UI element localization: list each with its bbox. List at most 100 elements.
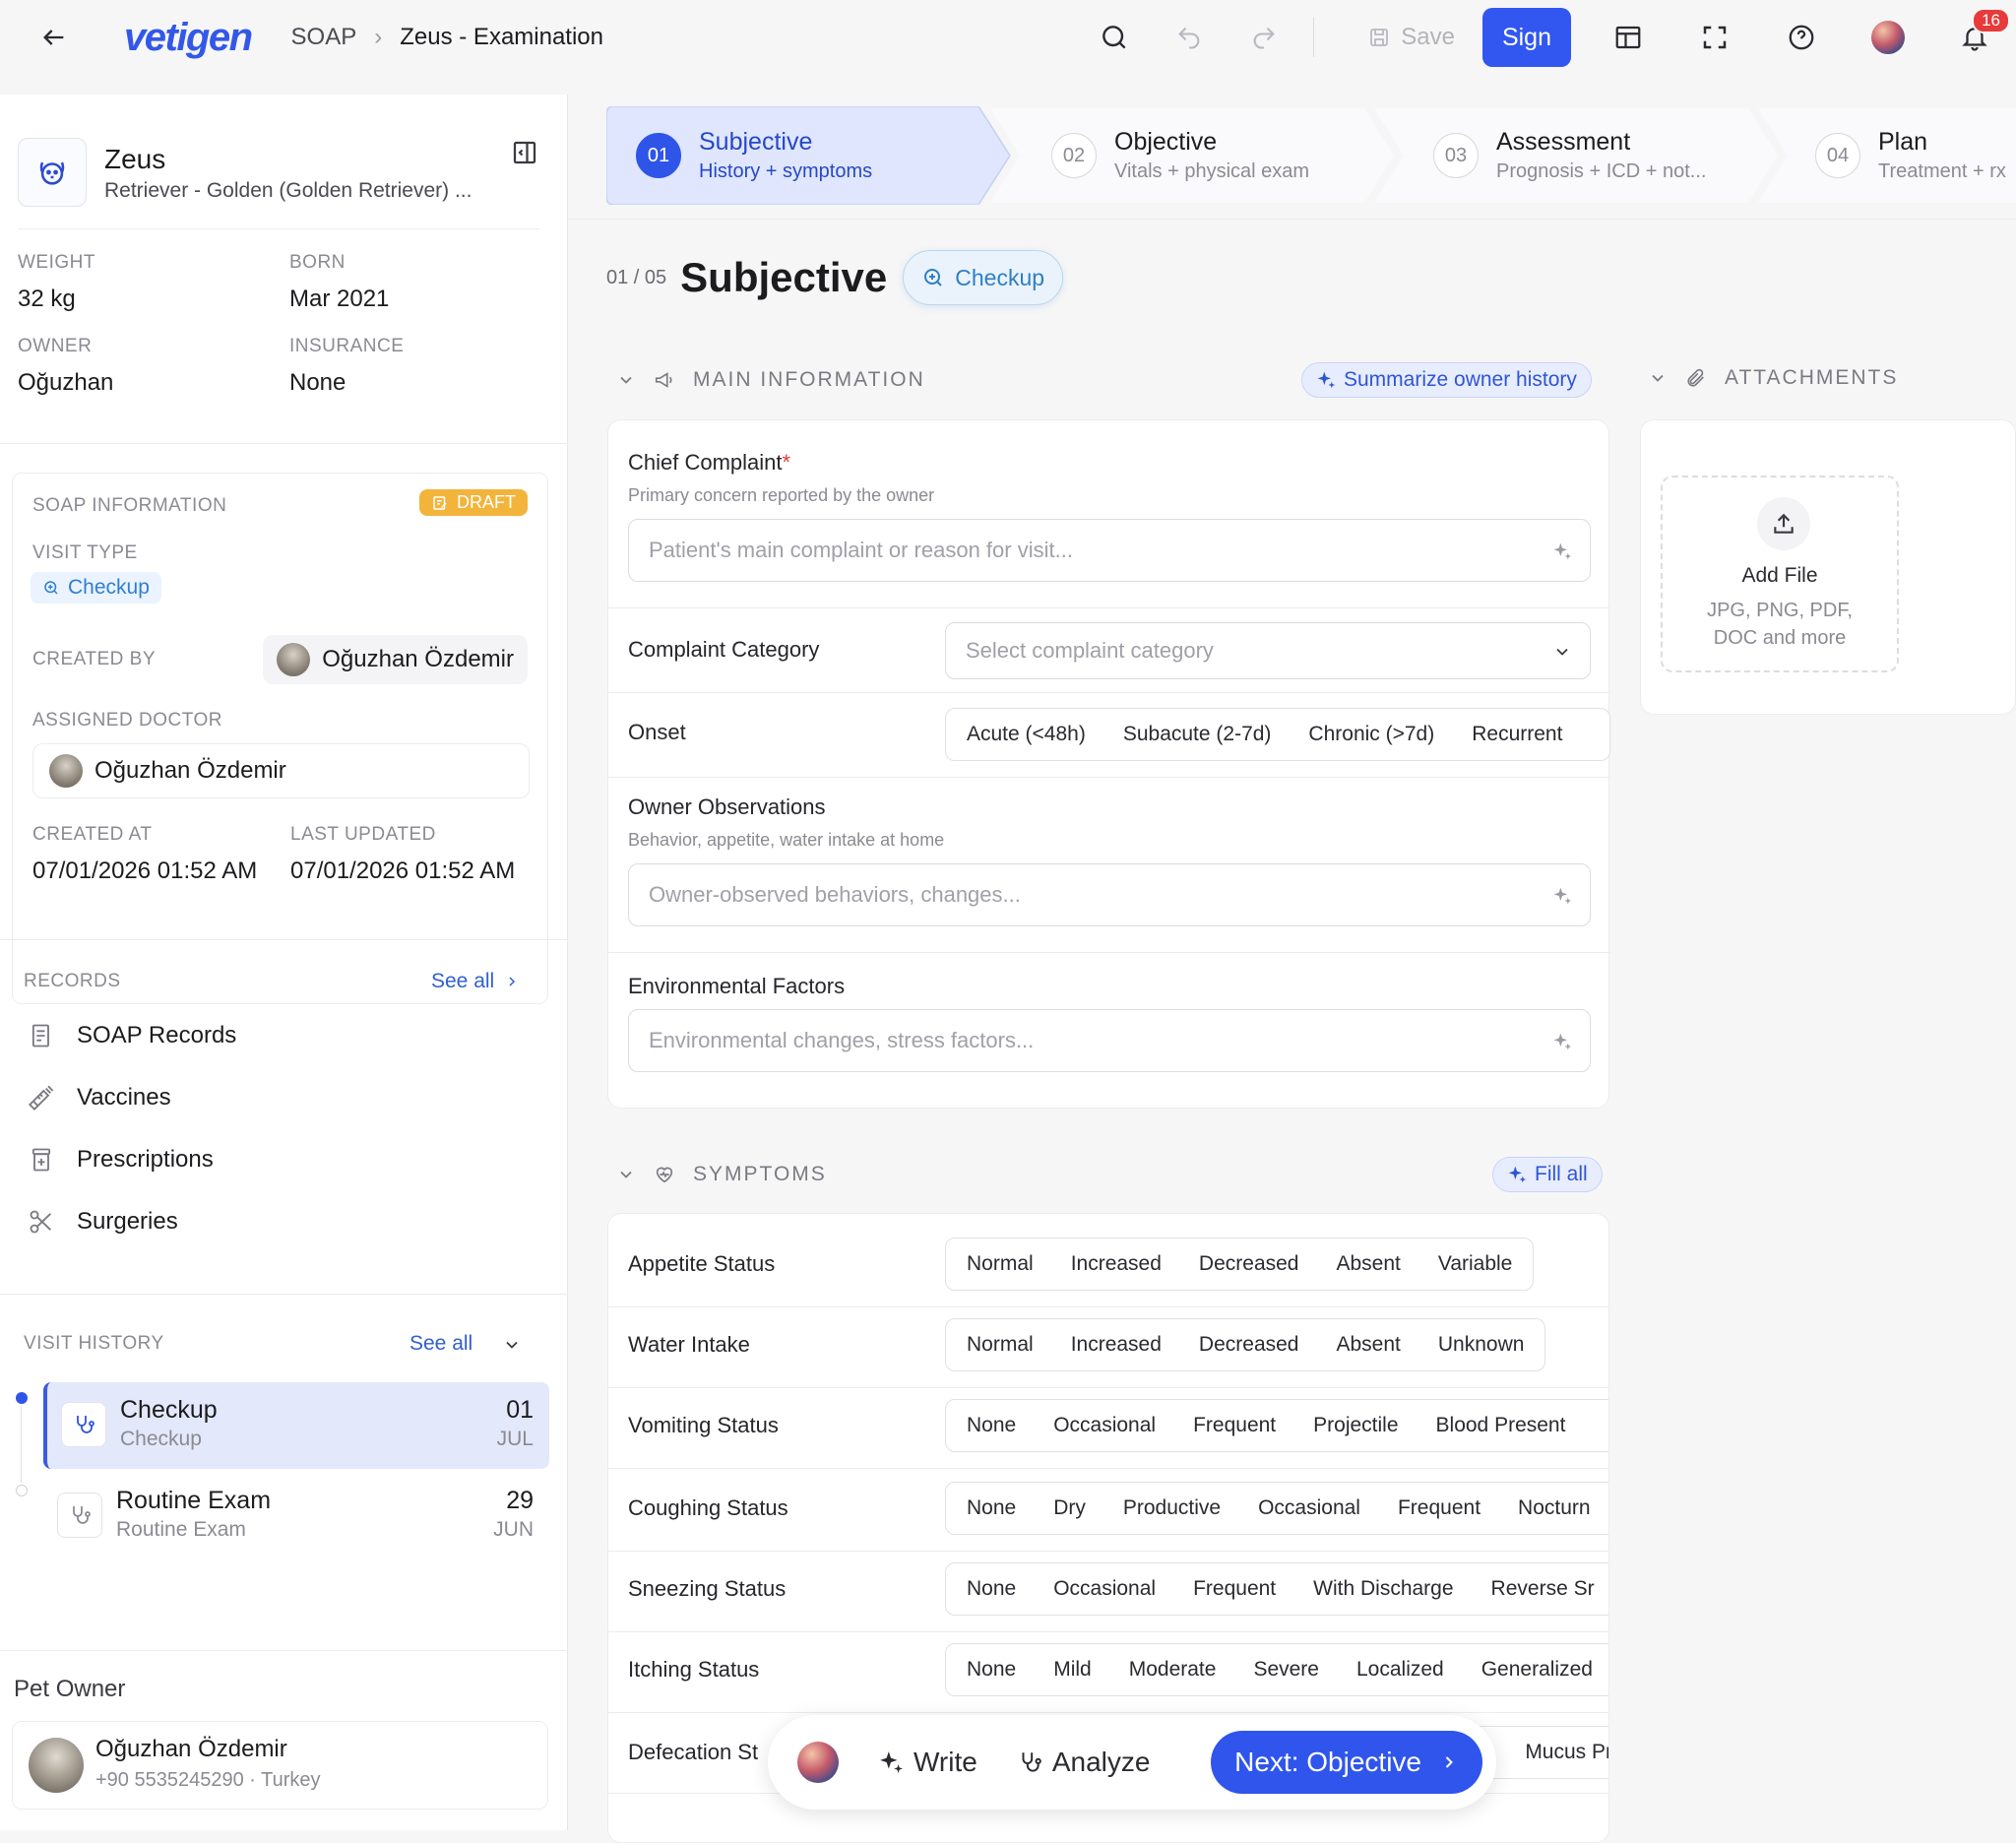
symptom-option[interactable]: None (948, 1577, 1035, 1601)
appetite-status-control[interactable]: Normal Increased Decreased Absent Variable (945, 1238, 1535, 1291)
onset-option[interactable]: Subacute (2-7d) (1104, 723, 1291, 746)
visit-day: 01 (506, 1396, 534, 1424)
vomiting-status-control[interactable]: None Occasional Frequent Projectile Blood Pr… (945, 1399, 1608, 1452)
symptom-option[interactable]: Productive (1104, 1496, 1239, 1520)
redo-button[interactable] (1242, 16, 1286, 59)
symptom-option[interactable]: Occasional (1035, 1414, 1174, 1437)
symptom-option[interactable]: Frequent (1379, 1496, 1499, 1520)
symptom-option[interactable]: Frequent (1174, 1414, 1294, 1437)
complaint-category-select[interactable]: Select complaint category (945, 622, 1591, 679)
visit-type-pill[interactable]: Checkup (903, 250, 1064, 305)
records-item-prescriptions[interactable]: Prescriptions (28, 1146, 214, 1174)
visit-day: 29 (506, 1487, 534, 1514)
pet-owner-card[interactable]: Oğuzhan Özdemir +90 5535245290 · Turkey (12, 1721, 548, 1810)
fill-all-button[interactable]: Fill all (1492, 1157, 1603, 1192)
analyze-button[interactable]: Analyze (1017, 1747, 1150, 1778)
chief-complaint-input[interactable]: Patient's main complaint or reason for v… (628, 519, 1591, 582)
records-item-soap[interactable]: SOAP Records (28, 1022, 236, 1049)
assistant-avatar[interactable] (797, 1742, 839, 1783)
water-intake-control[interactable]: Normal Increased Decreased Absent Unknown (945, 1318, 1546, 1371)
collapse-sidebar-button[interactable] (510, 138, 539, 167)
records-item-vaccines[interactable]: Vaccines (28, 1084, 171, 1112)
step-subjective[interactable]: 01 Subjective History + symptoms (636, 106, 872, 205)
symptom-option[interactable]: Variable (1419, 1252, 1532, 1276)
itching-status-control[interactable]: None Mild Moderate Severe Localized Generaliz… (945, 1643, 1608, 1696)
breadcrumb-soap[interactable]: SOAP (291, 24, 357, 51)
symptoms-header[interactable]: SYMPTOMS (616, 1163, 827, 1186)
layout-button[interactable] (1606, 16, 1650, 59)
records-see-all-link[interactable]: See all (431, 970, 520, 993)
symptom-option[interactable]: Normal (948, 1333, 1052, 1357)
notifications-button[interactable]: 16 (1953, 8, 2010, 59)
step-objective[interactable]: 02 Objective Vitals + physical exam (1051, 106, 1309, 205)
symptom-option[interactable]: Unknown (1419, 1333, 1544, 1357)
symptom-option[interactable]: Absent (1317, 1333, 1418, 1357)
symptom-option[interactable]: Generalized (1463, 1658, 1608, 1682)
symptom-option[interactable]: Normal (948, 1252, 1052, 1276)
fullscreen-button[interactable] (1693, 16, 1736, 59)
step-plan[interactable]: 04 Plan Treatment + rx (1815, 106, 2006, 205)
file-dropzone[interactable]: Add File JPG, PNG, PDF, DOC and more (1661, 476, 1899, 672)
assigned-doctor-field[interactable]: Oğuzhan Özdemir (32, 743, 530, 798)
back-button[interactable] (35, 19, 73, 56)
symptom-option[interactable]: Projectile (1294, 1414, 1417, 1437)
onset-option[interactable]: Recurrent (1453, 723, 1581, 746)
visit-history-item[interactable]: Checkup Checkup 01 JUL (43, 1382, 549, 1469)
records-item-surgeries[interactable]: Surgeries (28, 1208, 178, 1236)
heart-pulse-icon (656, 1167, 673, 1183)
attachments-header[interactable]: ATTACHMENTS (1648, 366, 1898, 390)
avatar (277, 643, 311, 676)
avatar (29, 1738, 84, 1793)
owner-observations-input[interactable]: Owner-observed behaviors, changes... (628, 863, 1591, 926)
write-button[interactable]: Write (878, 1747, 977, 1778)
next-objective-button[interactable]: Next: Objective (1211, 1731, 1482, 1794)
undo-button[interactable] (1167, 16, 1211, 59)
symptom-option[interactable]: None (948, 1658, 1035, 1682)
onset-option[interactable]: Acute (<48h) (948, 723, 1104, 746)
visit-history-see-all-link[interactable]: See all (410, 1332, 472, 1356)
onset-segmented-control[interactable]: Acute (<48h) Subacute (2-7d) Chronic (>7… (945, 708, 1610, 761)
records-title: RECORDS (24, 971, 121, 991)
sneezing-status-control[interactable]: None Occasional Frequent With Discharge Reve… (945, 1562, 1608, 1616)
summarize-owner-history-button[interactable]: Summarize owner history (1301, 362, 1592, 398)
main-information-card: Chief Complaint* Primary concern reporte… (607, 419, 1610, 1109)
symptom-option[interactable]: None (948, 1496, 1035, 1520)
created-by-chip[interactable]: Oğuzhan Özdemir (263, 635, 528, 684)
help-button[interactable] (1780, 16, 1823, 59)
symptom-option[interactable]: Moderate (1110, 1658, 1235, 1682)
main-information-header[interactable]: MAIN INFORMATION (616, 368, 925, 392)
onset-option[interactable]: Chronic (>7d) (1290, 723, 1453, 746)
symptom-option[interactable]: Occasional (1035, 1577, 1174, 1601)
symptom-option[interactable]: Reverse Sr (1473, 1577, 1608, 1601)
symptom-option[interactable]: Occasional (1239, 1496, 1379, 1520)
symptom-option[interactable]: Mild (1035, 1658, 1110, 1682)
symptom-option[interactable]: Decreased (1180, 1333, 1318, 1357)
symptom-option[interactable]: Absent (1317, 1252, 1418, 1276)
expand-icon (1703, 26, 1727, 49)
symptom-option[interactable]: Severe (1234, 1658, 1338, 1682)
step-assessment[interactable]: 03 Assessment Prognosis + ICD + not... (1433, 106, 1706, 205)
symptom-option[interactable]: Dry (1035, 1496, 1104, 1520)
chevron-down-icon[interactable] (502, 1335, 522, 1355)
attachments-card: Add File JPG, PNG, PDF, DOC and more (1640, 419, 2016, 715)
save-button[interactable]: Save (1367, 24, 1455, 51)
symptom-option[interactable]: Localized (1338, 1658, 1463, 1682)
symptom-option[interactable]: Frequent (1174, 1577, 1294, 1601)
chevron-right-icon (1445, 1756, 1453, 1768)
symptom-option[interactable]: Increased (1052, 1333, 1180, 1357)
user-avatar[interactable] (1866, 16, 1910, 59)
sign-button[interactable]: Sign (1481, 8, 1571, 67)
search-button[interactable] (1093, 16, 1136, 59)
symptom-option[interactable]: Decreased (1180, 1252, 1318, 1276)
symptom-option[interactable]: None (948, 1414, 1035, 1437)
environmental-factors-input[interactable]: Environmental changes, stress factors... (628, 1009, 1591, 1072)
symptom-option[interactable]: With Discharge (1294, 1577, 1472, 1601)
symptom-option[interactable]: Blood Present (1418, 1414, 1585, 1437)
coughing-status-control[interactable]: None Dry Productive Occasional Frequent Noctu… (945, 1482, 1608, 1535)
symptom-option[interactable]: Increased (1052, 1252, 1180, 1276)
app-logo[interactable]: vetigen (124, 16, 253, 60)
visit-history-item[interactable]: Routine Exam Routine Exam 29 JUN (43, 1473, 549, 1559)
symptom-option[interactable]: Nocturn (1499, 1496, 1608, 1520)
symptom-option[interactable]: Mucus Pr (1506, 1741, 1608, 1764)
edit-icon (433, 495, 447, 510)
